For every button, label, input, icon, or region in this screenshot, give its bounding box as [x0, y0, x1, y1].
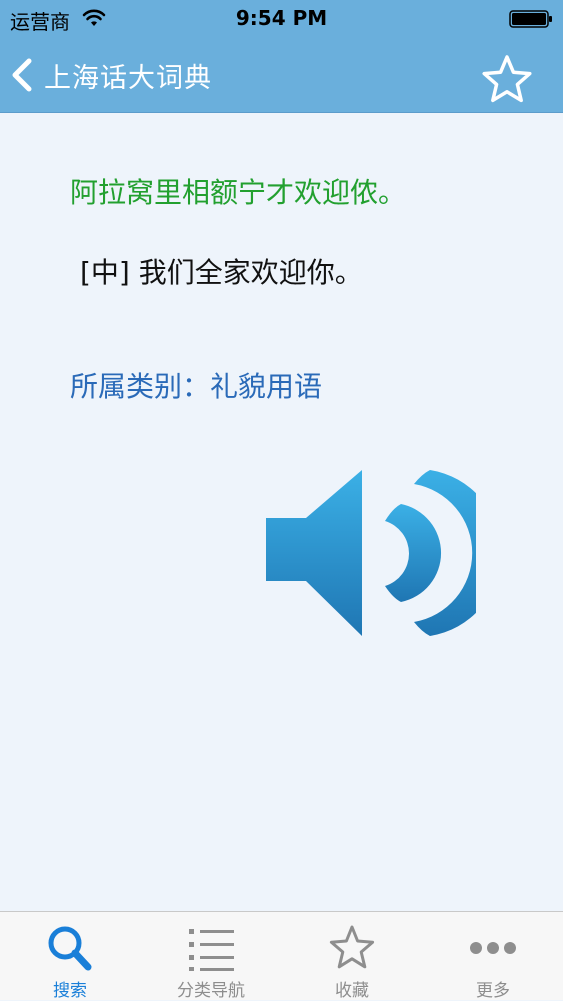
- chevron-left-icon: [12, 58, 32, 92]
- star-icon: [329, 925, 375, 969]
- back-button[interactable]: 上海话大词典: [10, 52, 250, 98]
- nav-bar: 上海话大词典: [0, 38, 563, 113]
- nav-title: 上海话大词典: [44, 62, 212, 94]
- battery-icon: [509, 10, 552, 28]
- tab-favorites-label: 收藏: [335, 981, 369, 1001]
- status-time: 9:54 PM: [235, 6, 328, 30]
- status-bar: 运营商 9:54 PM: [0, 0, 563, 38]
- entry-detail: 阿拉窝里相额宁才欢迎侬。 [中] 我们全家欢迎你。 所属类别：礼貌用语: [0, 113, 563, 911]
- tab-category-nav[interactable]: 分类导航: [141, 912, 281, 1001]
- tab-more[interactable]: 更多: [423, 912, 563, 1001]
- tab-search-label: 搜索: [53, 981, 87, 1001]
- list-icon: [189, 929, 234, 971]
- mandarin-translation: [中] 我们全家欢迎你。: [80, 256, 363, 289]
- more-icon: [470, 942, 516, 954]
- tab-category-nav-label: 分类导航: [177, 981, 245, 1001]
- tab-favorites[interactable]: 收藏: [282, 912, 422, 1001]
- favorite-star-icon[interactable]: [481, 54, 533, 104]
- tab-more-label: 更多: [476, 981, 510, 1001]
- tab-search[interactable]: 搜索: [0, 912, 140, 1001]
- search-icon: [48, 926, 92, 971]
- speaker-icon[interactable]: [264, 468, 476, 638]
- dialect-phrase: 阿拉窝里相额宁才欢迎侬。: [70, 176, 407, 209]
- category-label: 所属类别：礼貌用语: [70, 370, 323, 403]
- tab-bar: 搜索 分类导航 收藏 更多: [0, 911, 563, 1001]
